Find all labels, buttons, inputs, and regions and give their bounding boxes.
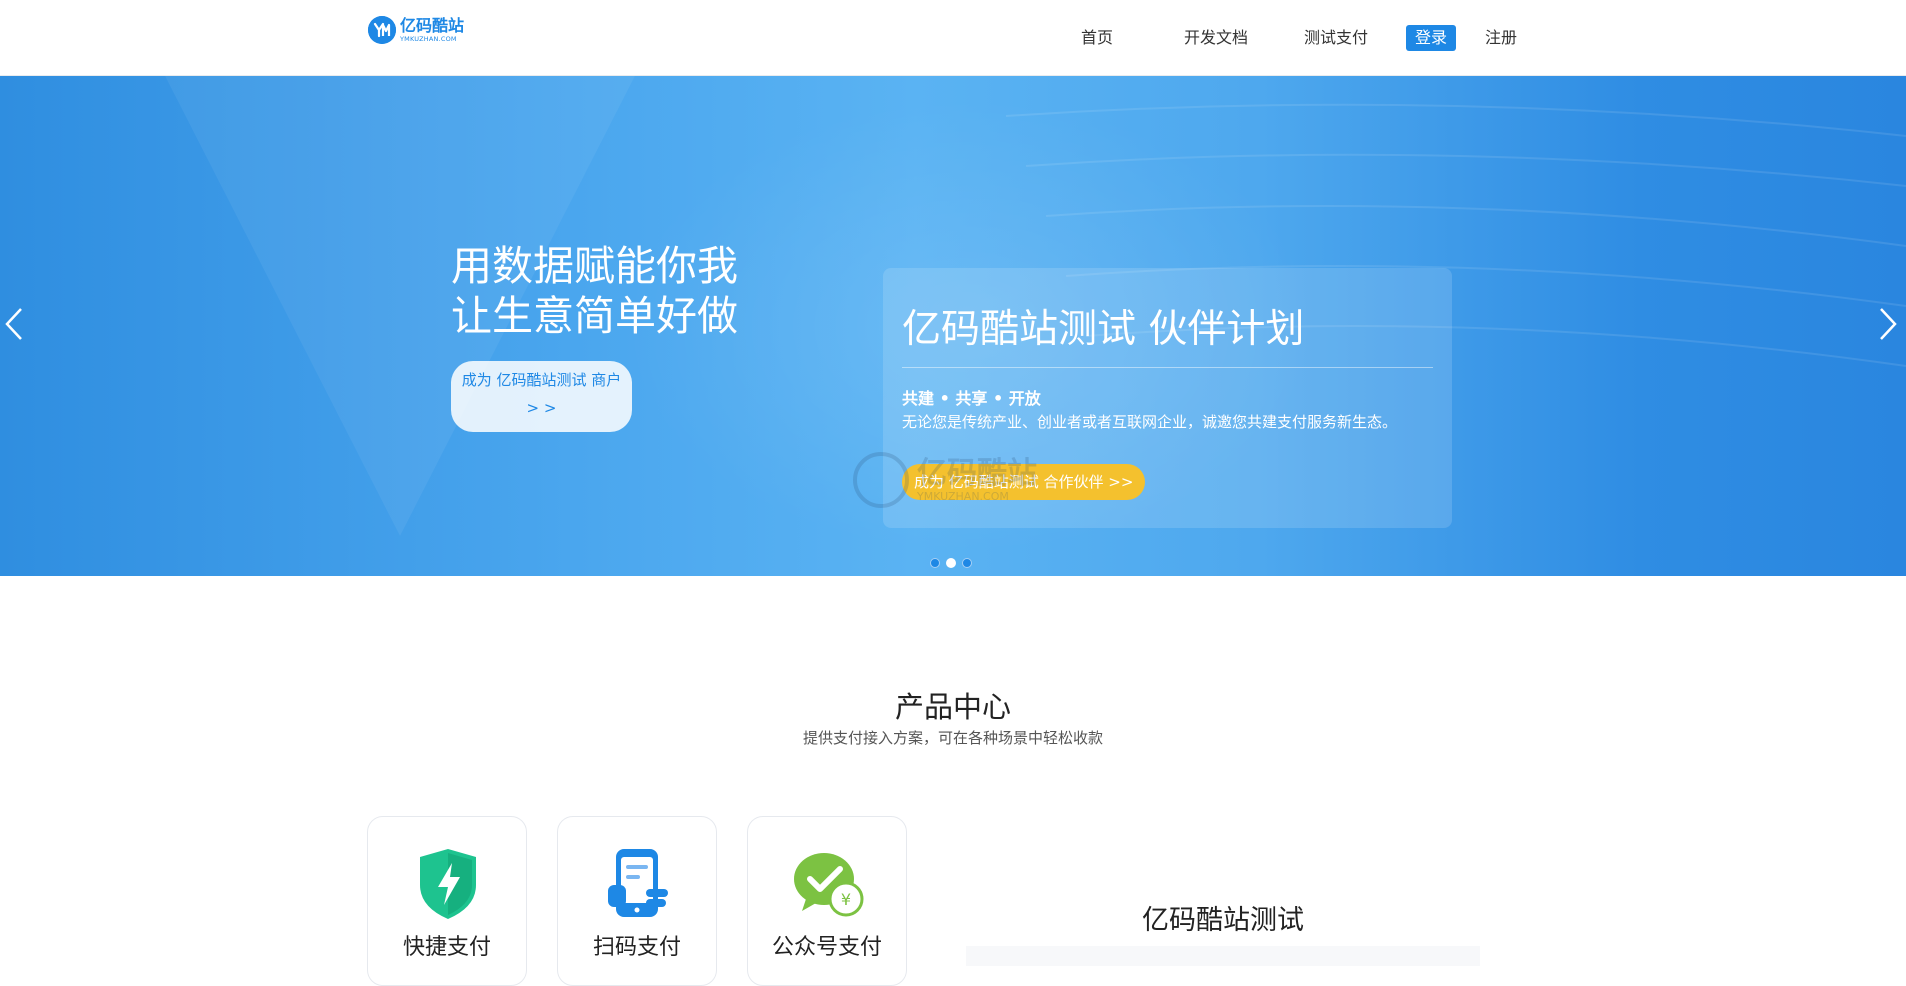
- hero-banner: 用数据赋能你我 让生意简单好做 成为 亿码酷站测试 商户 > > 亿码酷站测试 …: [0, 76, 1906, 576]
- product-card-quick-pay[interactable]: 快捷支付: [367, 816, 527, 986]
- become-merchant-button[interactable]: 成为 亿码酷站测试 商户 > >: [451, 361, 632, 432]
- become-merchant-label: 成为 亿码酷站测试 商户: [461, 371, 622, 389]
- main-nav: 首页 开发文档 测试支付 登录 注册: [0, 25, 1906, 52]
- carousel-dots: [930, 558, 978, 568]
- chevron-right-icon[interactable]: [1878, 306, 1898, 349]
- login-button[interactable]: 登录: [1406, 25, 1457, 51]
- product-card-scan-pay[interactable]: 扫码支付: [557, 816, 717, 986]
- product-card-official-account-pay[interactable]: ¥ 公众号支付: [747, 816, 907, 986]
- carousel-dot-2[interactable]: [946, 558, 956, 568]
- carousel-dot-1[interactable]: [930, 558, 940, 568]
- shield-lightning-icon: [412, 845, 484, 921]
- product-label: 快捷支付: [402, 935, 491, 960]
- hero-line-2: 让生意简单好做: [451, 292, 738, 340]
- feature-panel: [966, 946, 1480, 966]
- wechat-pay-icon: ¥: [792, 845, 864, 921]
- nav-docs[interactable]: 开发文档: [1184, 26, 1248, 50]
- partner-plan-tagline: 共建 • 共享 • 开放: [902, 389, 1041, 408]
- site-header: 亿码酷站 YMKUZHAN.COM 首页 开发文档 测试支付 登录 注册: [0, 0, 1906, 76]
- phone-scan-icon: [602, 845, 674, 921]
- watermark-name: 亿码酷站: [917, 455, 1037, 491]
- become-merchant-arrow: > >: [526, 399, 557, 417]
- feature-title: 亿码酷站测试: [1142, 905, 1304, 936]
- card-divider: [902, 367, 1433, 368]
- svg-text:¥: ¥: [841, 890, 851, 909]
- hero-headline: 用数据赋能你我 让生意简单好做: [451, 241, 738, 341]
- watermark-domain: YMKUZHAN.COM: [917, 489, 1009, 503]
- product-label: 扫码支付: [592, 935, 681, 960]
- hero-line-1: 用数据赋能你我: [451, 242, 738, 290]
- partner-plan-title: 亿码酷站测试 伙伴计划: [902, 307, 1305, 352]
- nav-register[interactable]: 注册: [1485, 26, 1517, 50]
- carousel-dot-3[interactable]: [962, 558, 972, 568]
- banner-watermark: 亿码酷站 YMKUZHAN.COM: [853, 452, 1037, 508]
- chevron-left-icon[interactable]: [4, 306, 24, 349]
- partner-plan-description: 无论您是传统产业、创业者或者互联网企业，诚邀您共建支付服务新生态。: [902, 413, 1398, 431]
- products-subtitle: 提供支付接入方案，可在各种场景中轻松收款: [802, 729, 1103, 747]
- watermark-logo-icon: [853, 452, 909, 508]
- products-title: 产品中心: [894, 690, 1011, 724]
- nav-home[interactable]: 首页: [1081, 26, 1113, 50]
- product-label: 公众号支付: [771, 935, 882, 960]
- nav-test-pay[interactable]: 测试支付: [1304, 26, 1368, 50]
